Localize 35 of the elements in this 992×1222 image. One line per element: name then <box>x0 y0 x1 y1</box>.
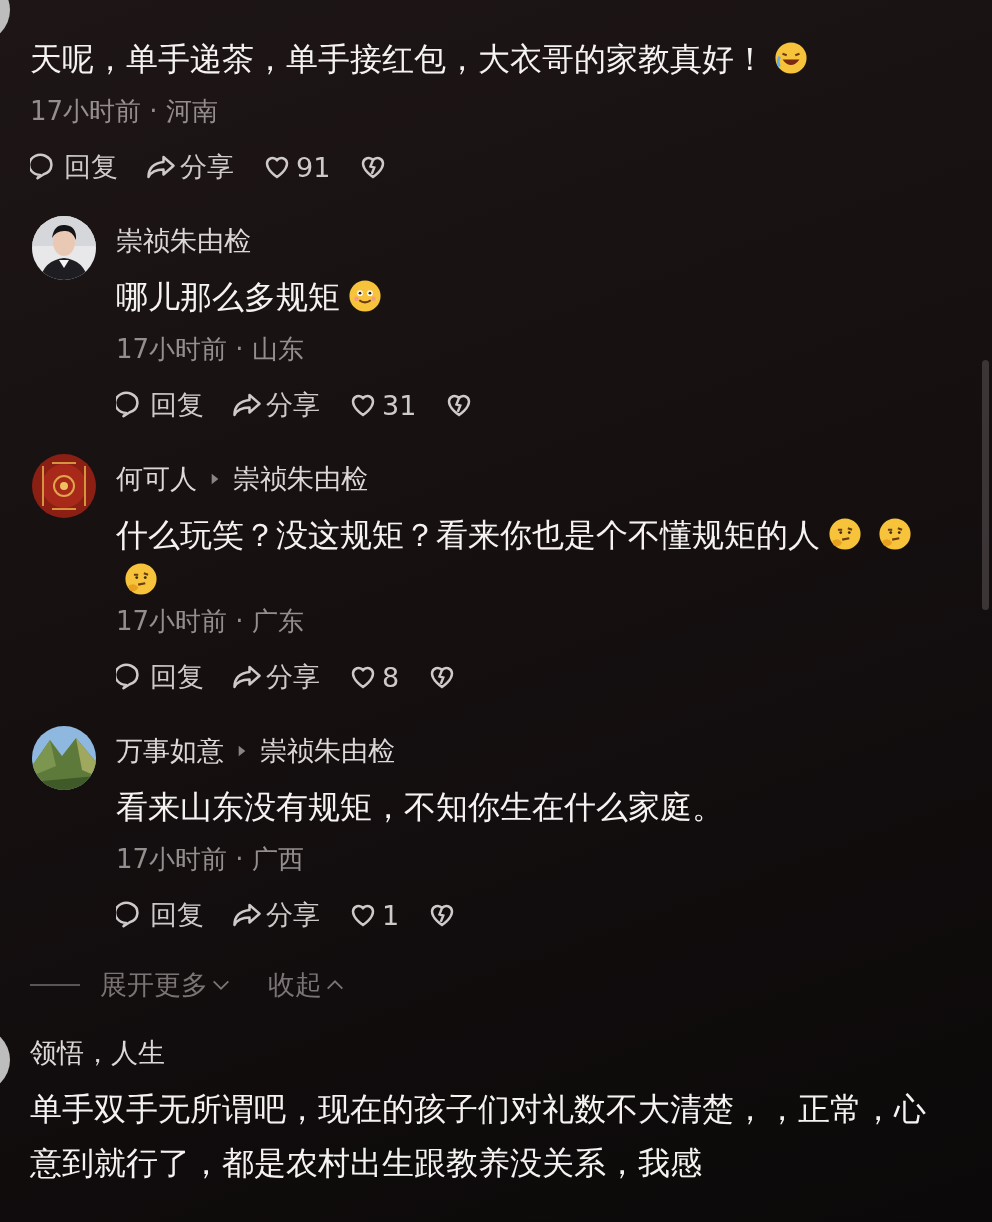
username[interactable]: 崇祯朱由检 <box>116 223 251 259</box>
username[interactable]: 万事如意 <box>116 733 224 769</box>
comment-meta: 17小时前 · 广东 <box>116 605 305 638</box>
emoji-icon <box>878 517 912 551</box>
username[interactable]: 崇祯朱由检 <box>260 733 395 769</box>
username[interactable]: 领悟，人生 <box>30 1035 165 1071</box>
comment-meta: 17小时前 · 山东 <box>116 333 305 366</box>
reply-button[interactable]: 回复 <box>30 149 118 185</box>
reply-button[interactable]: 回复 <box>116 387 204 423</box>
emoji-icon <box>348 279 382 313</box>
expand-more-button[interactable]: 展开更多 <box>100 967 232 1003</box>
share-button[interactable]: 分享 <box>146 149 234 185</box>
comment-text: 看来山东没有规矩，不知你生在什么家庭。 <box>116 788 724 826</box>
reply-button[interactable]: 回复 <box>116 897 204 933</box>
emoji-icon <box>124 562 158 596</box>
like-button[interactable]: 31 <box>348 389 417 421</box>
comment-meta: 17小时前 · 河南 <box>30 95 219 128</box>
comment-text: 天呢，单手递茶，单手接红包，大衣哥的家教真好！ <box>30 40 766 78</box>
comment-text: 单手双手无所谓吧，现在的孩子们对礼数不大清楚，，正常，心意到就行了，都是农村出生跟教养没关系，我感 <box>30 1090 926 1182</box>
comment-text: 哪儿那么多规矩 <box>116 278 340 316</box>
collapse-button[interactable]: 收起 <box>268 967 346 1003</box>
comment-text: 什么玩笑？没这规矩？看来你也是个不懂规矩的人 <box>116 516 820 554</box>
like-button[interactable]: 91 <box>262 151 331 183</box>
username[interactable]: 何可人 <box>116 461 197 497</box>
username[interactable]: 崇祯朱由检 <box>233 461 368 497</box>
share-button[interactable]: 分享 <box>232 897 320 933</box>
emoji-icon <box>774 41 808 75</box>
reply-button[interactable]: 回复 <box>116 659 204 695</box>
share-button[interactable]: 分享 <box>232 387 320 423</box>
like-button[interactable]: 8 <box>348 661 400 693</box>
comment-meta: 17小时前 · 广西 <box>116 843 305 876</box>
emoji-icon <box>828 517 862 551</box>
like-button[interactable]: 1 <box>348 899 400 931</box>
scrollbar[interactable] <box>982 360 989 610</box>
share-button[interactable]: 分享 <box>232 659 320 695</box>
